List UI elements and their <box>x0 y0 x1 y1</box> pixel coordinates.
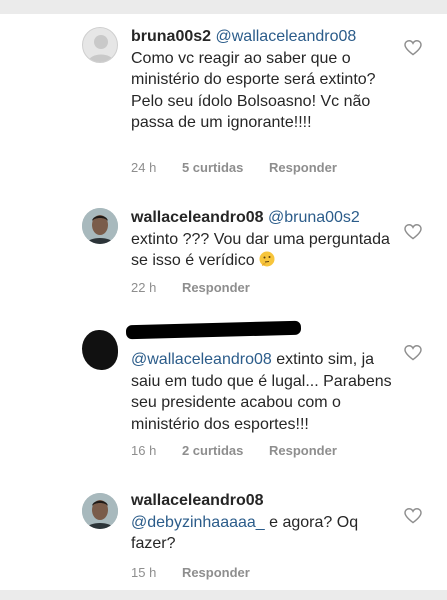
comment-mention[interactable]: @bruna00s2 <box>268 209 360 226</box>
comment-text-block: wallaceleandro08 @bruna00s2 extinto ??? … <box>131 207 401 272</box>
comment-time: 22 h <box>131 280 157 295</box>
like-heart-icon[interactable] <box>404 508 422 524</box>
comment-text: Como vc reagir ao saber que o ministério… <box>131 49 376 132</box>
profile-photo-avatar-icon[interactable] <box>82 208 118 244</box>
censored-avatar-icon[interactable] <box>82 330 118 370</box>
comment-meta: 15 h Responder <box>131 565 272 580</box>
bottom-bar <box>0 590 447 600</box>
comment-mention[interactable]: @debyzinhaaaaa_ <box>131 514 265 531</box>
comment-reply-button[interactable]: Responder <box>182 280 250 295</box>
comment-reply-button[interactable]: Responder <box>182 565 250 580</box>
top-status-bar <box>0 0 447 14</box>
censored-username-block <box>125 320 302 340</box>
comment-mention[interactable]: @wallaceleandro08 <box>216 28 357 45</box>
thinking-face-emoji-icon <box>259 251 275 267</box>
comment-time: 15 h <box>131 565 157 580</box>
comment-username[interactable]: bruna00s2 <box>131 28 211 45</box>
comment-meta: 16 h 2 curtidas Responder <box>131 443 359 458</box>
comment-time: 16 h <box>131 443 157 458</box>
comment-text-block: wallaceleandro08 @debyzinhaaaaa_ e agora… <box>131 490 401 555</box>
like-heart-icon[interactable] <box>404 345 422 361</box>
default-avatar-icon[interactable] <box>82 27 118 63</box>
comment-username[interactable]: wallaceleandro08 <box>131 209 264 226</box>
profile-photo-avatar-icon[interactable] <box>82 493 118 529</box>
comment-likes-link[interactable]: 2 curtidas <box>182 443 243 458</box>
comment-text-block: @wallaceleandro08 extinto sim, ja saiu e… <box>131 349 401 435</box>
comment-meta: 22 h Responder <box>131 280 272 295</box>
like-heart-icon[interactable] <box>404 40 422 56</box>
comment-mention[interactable]: @wallaceleandro08 <box>131 351 272 368</box>
comment-text-block: bruna00s2 @wallaceleandro08 Como vc reag… <box>131 26 401 134</box>
comment-time: 24 h <box>131 160 157 175</box>
like-heart-icon[interactable] <box>404 224 422 240</box>
comment-reply-button[interactable]: Responder <box>269 160 337 175</box>
comment-reply-button[interactable]: Responder <box>269 443 337 458</box>
comment-meta: 24 h 5 curtidas Responder <box>131 160 359 175</box>
comment-likes-link[interactable]: 5 curtidas <box>182 160 243 175</box>
comment-username[interactable]: wallaceleandro08 <box>131 492 264 509</box>
